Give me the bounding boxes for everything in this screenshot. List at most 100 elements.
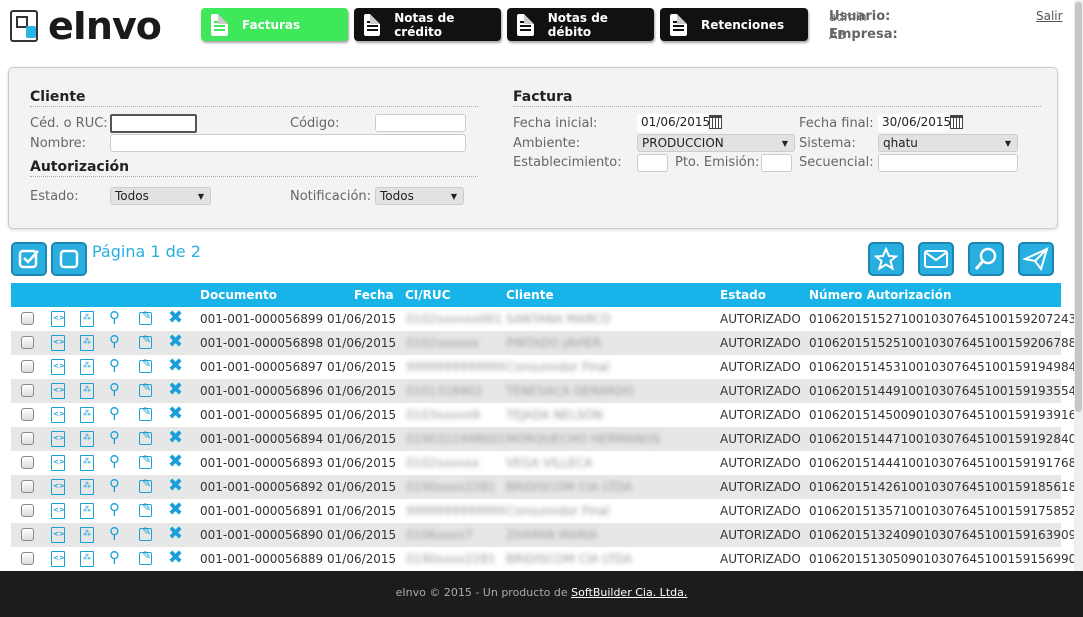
row-checkbox[interactable] <box>21 432 34 445</box>
xml-file-icon[interactable] <box>51 311 65 327</box>
table-row[interactable]: ⚲ ✖ 001-001-00005689701/06/2015 99999999999… <box>11 355 1083 379</box>
xml-file-icon[interactable] <box>51 407 65 423</box>
view-icon[interactable]: ⚲ <box>109 524 123 542</box>
table-row[interactable]: ⚲ ✖ 001-001-00005689301/06/2015 0102xxxxxx V… <box>11 451 1083 475</box>
view-icon[interactable]: ⚲ <box>109 476 123 494</box>
delete-icon[interactable]: ✖ <box>168 331 183 352</box>
edit-icon[interactable] <box>139 501 152 517</box>
codigo-input[interactable] <box>375 114 466 132</box>
pdf-file-icon[interactable] <box>80 551 94 567</box>
delete-icon[interactable]: ✖ <box>168 427 183 448</box>
logout-link[interactable]: Salir <box>1036 9 1063 23</box>
search-button[interactable] <box>968 242 1004 276</box>
calendar-icon[interactable] <box>709 115 722 129</box>
xml-file-icon[interactable] <box>51 455 65 471</box>
view-icon[interactable]: ⚲ <box>109 380 123 398</box>
footer-company-link[interactable]: SoftBuilder Cia. Ltda. <box>571 586 687 599</box>
delete-icon[interactable]: ✖ <box>168 403 183 424</box>
row-checkbox[interactable] <box>21 480 34 493</box>
delete-icon[interactable]: ✖ <box>168 355 183 376</box>
view-icon[interactable]: ⚲ <box>109 308 123 326</box>
xml-file-icon[interactable] <box>51 503 65 519</box>
uncheck-all-button[interactable] <box>51 242 87 276</box>
scrollbar[interactable] <box>1074 0 1083 571</box>
pto-emision-input[interactable] <box>761 154 792 172</box>
pdf-file-icon[interactable] <box>80 335 94 351</box>
pdf-file-icon[interactable] <box>80 479 94 495</box>
ced-ruc-input[interactable] <box>110 114 197 133</box>
view-icon[interactable]: ⚲ <box>109 548 123 566</box>
col-ciruc[interactable]: CI/RUC <box>405 288 450 302</box>
tab-retenciones[interactable]: Retenciones <box>660 8 808 41</box>
delete-icon[interactable]: ✖ <box>168 523 183 544</box>
edit-icon[interactable] <box>139 453 152 469</box>
xml-file-icon[interactable] <box>51 551 65 567</box>
row-checkbox[interactable] <box>21 312 34 325</box>
edit-icon[interactable] <box>139 525 152 541</box>
pdf-file-icon[interactable] <box>80 455 94 471</box>
edit-icon[interactable] <box>139 477 152 493</box>
pdf-file-icon[interactable] <box>80 527 94 543</box>
ambiente-select[interactable]: PRODUCCION <box>637 134 795 152</box>
col-autorizacion[interactable]: Número Autorización <box>809 288 952 302</box>
favorite-button[interactable] <box>868 242 904 276</box>
pdf-file-icon[interactable] <box>80 503 94 519</box>
edit-icon[interactable] <box>139 309 152 325</box>
pdf-file-icon[interactable] <box>80 407 94 423</box>
edit-icon[interactable] <box>139 405 152 421</box>
app-logo[interactable]: eInvo <box>10 6 162 46</box>
row-checkbox[interactable] <box>21 360 34 373</box>
xml-file-icon[interactable] <box>51 335 65 351</box>
table-row[interactable]: ⚲ ✖ 001-001-00005689401/06/2015 01903224980… <box>11 427 1083 451</box>
col-fecha[interactable]: Fecha <box>354 288 394 302</box>
row-checkbox[interactable] <box>21 504 34 517</box>
delete-icon[interactable]: ✖ <box>168 547 183 568</box>
edit-icon[interactable] <box>139 549 152 565</box>
row-checkbox[interactable] <box>21 528 34 541</box>
xml-file-icon[interactable] <box>51 431 65 447</box>
calendar-icon[interactable] <box>950 115 963 129</box>
table-row[interactable]: ⚲ ✖ 001-001-00005689801/06/2015 0102xxxxxx P… <box>11 331 1083 355</box>
table-row[interactable]: ⚲ ✖ 001-001-00005689601/06/2015 0101318902 T… <box>11 379 1083 403</box>
table-row[interactable]: ⚲ ✖ 001-001-00005689501/06/2015 0103xxxxx9 T… <box>11 403 1083 427</box>
col-estado[interactable]: Estado <box>720 288 766 302</box>
delete-icon[interactable]: ✖ <box>168 307 183 328</box>
xml-file-icon[interactable] <box>51 479 65 495</box>
table-row[interactable]: ⚲ ✖ 001-001-00005689901/06/2015 0102xxxxxx0… <box>11 307 1083 331</box>
table-row[interactable]: ⚲ ✖ 001-001-00005689101/06/2015 99999999999… <box>11 499 1083 523</box>
check-all-button[interactable] <box>11 242 47 276</box>
edit-icon[interactable] <box>139 357 152 373</box>
row-checkbox[interactable] <box>21 552 34 565</box>
table-row[interactable]: ⚲ ✖ 001-001-00005689201/06/2015 0190xxxx228… <box>11 475 1083 499</box>
nombre-input[interactable] <box>110 134 466 152</box>
tab-notas-credito[interactable]: Notas de crédito <box>354 8 501 41</box>
view-icon[interactable]: ⚲ <box>109 404 123 422</box>
edit-icon[interactable] <box>139 381 152 397</box>
view-icon[interactable]: ⚲ <box>109 500 123 518</box>
col-documento[interactable]: Documento <box>200 288 277 302</box>
notificacion-select[interactable]: Todos <box>375 187 464 205</box>
email-button[interactable] <box>918 242 954 276</box>
view-icon[interactable]: ⚲ <box>109 428 123 446</box>
view-icon[interactable]: ⚲ <box>109 332 123 350</box>
view-icon[interactable]: ⚲ <box>109 356 123 374</box>
edit-icon[interactable] <box>139 429 152 445</box>
secuencial-input[interactable] <box>878 154 1018 172</box>
scrollbar-thumb[interactable] <box>1075 2 1082 412</box>
xml-file-icon[interactable] <box>51 527 65 543</box>
table-row[interactable]: ⚲ ✖ 001-001-00005688901/06/2015 0190xxxx228… <box>11 547 1083 571</box>
tab-notas-debito[interactable]: Notas de débito <box>507 8 654 41</box>
row-checkbox[interactable] <box>21 384 34 397</box>
establecimiento-input[interactable] <box>637 154 668 172</box>
tab-facturas[interactable]: Facturas <box>201 8 348 41</box>
estado-select[interactable]: Todos <box>110 187 211 205</box>
pdf-file-icon[interactable] <box>80 383 94 399</box>
sistema-select[interactable]: qhatu <box>878 134 1018 152</box>
view-icon[interactable]: ⚲ <box>109 452 123 470</box>
xml-file-icon[interactable] <box>51 383 65 399</box>
row-checkbox[interactable] <box>21 336 34 349</box>
send-button[interactable] <box>1018 242 1054 276</box>
delete-icon[interactable]: ✖ <box>168 499 183 520</box>
xml-file-icon[interactable] <box>51 359 65 375</box>
delete-icon[interactable]: ✖ <box>168 379 183 400</box>
